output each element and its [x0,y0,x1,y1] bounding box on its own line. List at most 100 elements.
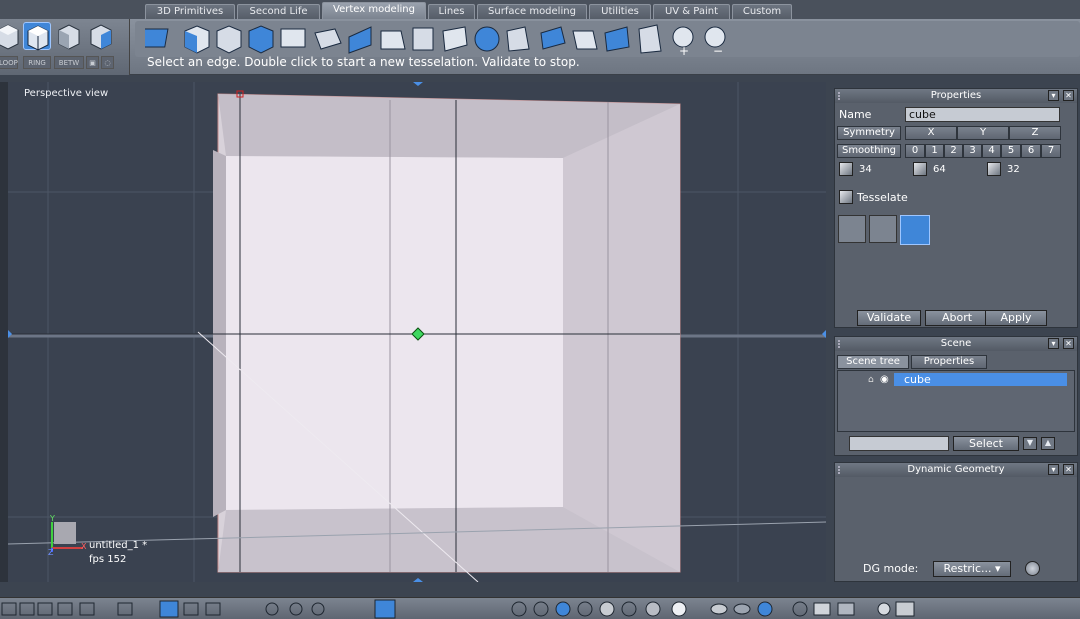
tab-3d-primitives[interactable]: 3D Primitives [145,4,235,19]
tab-vertex-modeling[interactable]: Vertex modeling [322,2,426,19]
object-select-icon[interactable] [87,22,115,50]
tab-surface-modeling[interactable]: Surface modeling [477,4,587,19]
left-dock-edge [0,82,8,582]
vertex-count-icon [839,162,853,176]
tab-scene-tree[interactable]: Scene tree [837,355,909,369]
dg-mode-label: DG mode: [863,562,919,575]
grid-snap-icon [159,600,179,618]
apply-button[interactable]: Apply [985,310,1047,326]
dg-mode-value: Restric... [943,562,992,575]
axis-z-label: Z [48,548,54,557]
tesselate-mode-2-icon[interactable] [869,215,897,243]
tab-scene-properties[interactable]: Properties [911,355,987,369]
tab-bar: 3D Primitives Second Life Vertex modelin… [0,0,1080,19]
validate-button[interactable]: Validate [857,310,921,326]
move-view-icon [265,602,279,616]
perspective-viewport[interactable]: Perspective view Y Z X untitled_1 * fps … [8,82,826,582]
scene-render [8,82,826,582]
tab-lines[interactable]: Lines [428,4,475,19]
close-icon[interactable]: ✕ [1063,464,1074,475]
grip-icon[interactable] [838,466,844,474]
face-count-icon [987,162,1001,176]
grid-green-icon [205,602,221,616]
tesselate-mode-1-icon[interactable] [838,215,866,243]
shaded-object-icon [733,603,751,615]
name-field[interactable]: cube [905,107,1060,122]
collapse-icon[interactable]: ▾ [1048,464,1059,475]
move-down-icon[interactable]: ▼ [1023,437,1037,450]
textured-icon [599,601,615,617]
multi-object-icon [757,601,773,617]
symmetry-y-button[interactable]: Y [957,126,1009,140]
bottom-toolbar [0,597,1080,619]
between-button[interactable]: BETW [54,56,84,69]
smoothing-3[interactable]: 3 [963,144,982,158]
scene-item-cube[interactable]: cube [894,373,1067,386]
grid-red-icon [183,602,199,616]
smoothing-button[interactable]: Smoothing [837,144,901,158]
grip-icon[interactable] [838,92,844,100]
collapse-icon[interactable]: ▾ [1048,338,1059,349]
scene-search-input[interactable] [849,436,949,451]
move-gizmo-icon [374,599,396,619]
symmetry-button[interactable]: Symmetry [837,126,901,140]
smoothing-5[interactable]: 5 [1001,144,1021,158]
name-label: Name [839,108,872,121]
ring-button[interactable]: RING [23,56,51,69]
layout-vertical-icon [79,602,95,616]
grid-toggle-icon [117,602,133,616]
dg-mode-select[interactable]: Restric... ▾ [933,561,1011,577]
texture-icon [837,602,855,616]
scene-tree: ⌂ ◉ cube [837,370,1075,432]
select-button[interactable]: Select [953,436,1019,451]
smoothing-2[interactable]: 2 [944,144,963,158]
tool-name: Tesselate [857,191,908,204]
edge-count: 64 [933,164,946,175]
grip-icon[interactable] [838,340,844,348]
smoothing-1[interactable]: 1 [925,144,944,158]
edge-select-icon[interactable] [23,22,51,51]
selection-mode-tools: LOOP RING BETW ▣ ◌ [0,19,130,75]
vertex-select-icon[interactable] [0,22,22,50]
smoothing-0[interactable]: 0 [905,144,925,158]
tab-utilities[interactable]: Utilities [589,4,651,19]
face-select-icon[interactable] [55,22,83,50]
vertex-modeling-tools: + − [135,21,1080,58]
scene-title: Scene [940,338,972,349]
grow-selection-icon[interactable]: ▣ [86,56,99,69]
tab-second-life[interactable]: Second Life [237,4,320,19]
properties-title: Properties [930,90,982,101]
tesselate-icon [839,190,853,204]
layout-quad-icon [19,602,35,616]
shrink-selection-icon[interactable]: ◌ [101,56,114,69]
scene-header: Scene ▾ ✕ [835,337,1077,351]
properties-panel: Properties ▾ ✕ Name cube Symmetry X Y Z … [834,88,1078,328]
tesselate-mode-3-icon[interactable] [900,215,930,245]
smoothing-7[interactable]: 7 [1041,144,1061,158]
face-count: 32 [1007,164,1020,175]
status-message: Select an edge. Double click to start a … [147,55,580,69]
sphere-icon [645,601,661,617]
symmetry-z-button[interactable]: Z [1009,126,1061,140]
loop-button[interactable]: LOOP [0,56,18,69]
zoom-view-icon [289,602,303,616]
flat-object-icon [710,603,728,615]
close-icon[interactable]: ✕ [1063,90,1074,101]
symmetry-x-button[interactable]: X [905,126,957,140]
tab-uv-paint[interactable]: UV & Paint [653,4,730,19]
abort-button[interactable]: Abort [925,310,989,326]
visibility-eye-icon[interactable]: ◉ [880,374,889,385]
dynamic-geometry-title: Dynamic Geometry [907,464,1005,475]
collapse-icon[interactable]: ▾ [1048,90,1059,101]
dg-toggle-icon[interactable] [1025,561,1040,576]
lock-icon[interactable]: ⌂ [868,375,874,385]
document-name: untitled_1 * [89,540,148,551]
tab-custom[interactable]: Custom [732,4,792,19]
fps-counter: fps 152 [89,554,127,565]
move-up-icon[interactable]: ▲ [1041,437,1055,450]
hidden-line-icon [533,601,549,617]
camera-icon [895,601,915,617]
smoothing-4[interactable]: 4 [982,144,1001,158]
close-icon[interactable]: ✕ [1063,338,1074,349]
smoothing-6[interactable]: 6 [1021,144,1041,158]
